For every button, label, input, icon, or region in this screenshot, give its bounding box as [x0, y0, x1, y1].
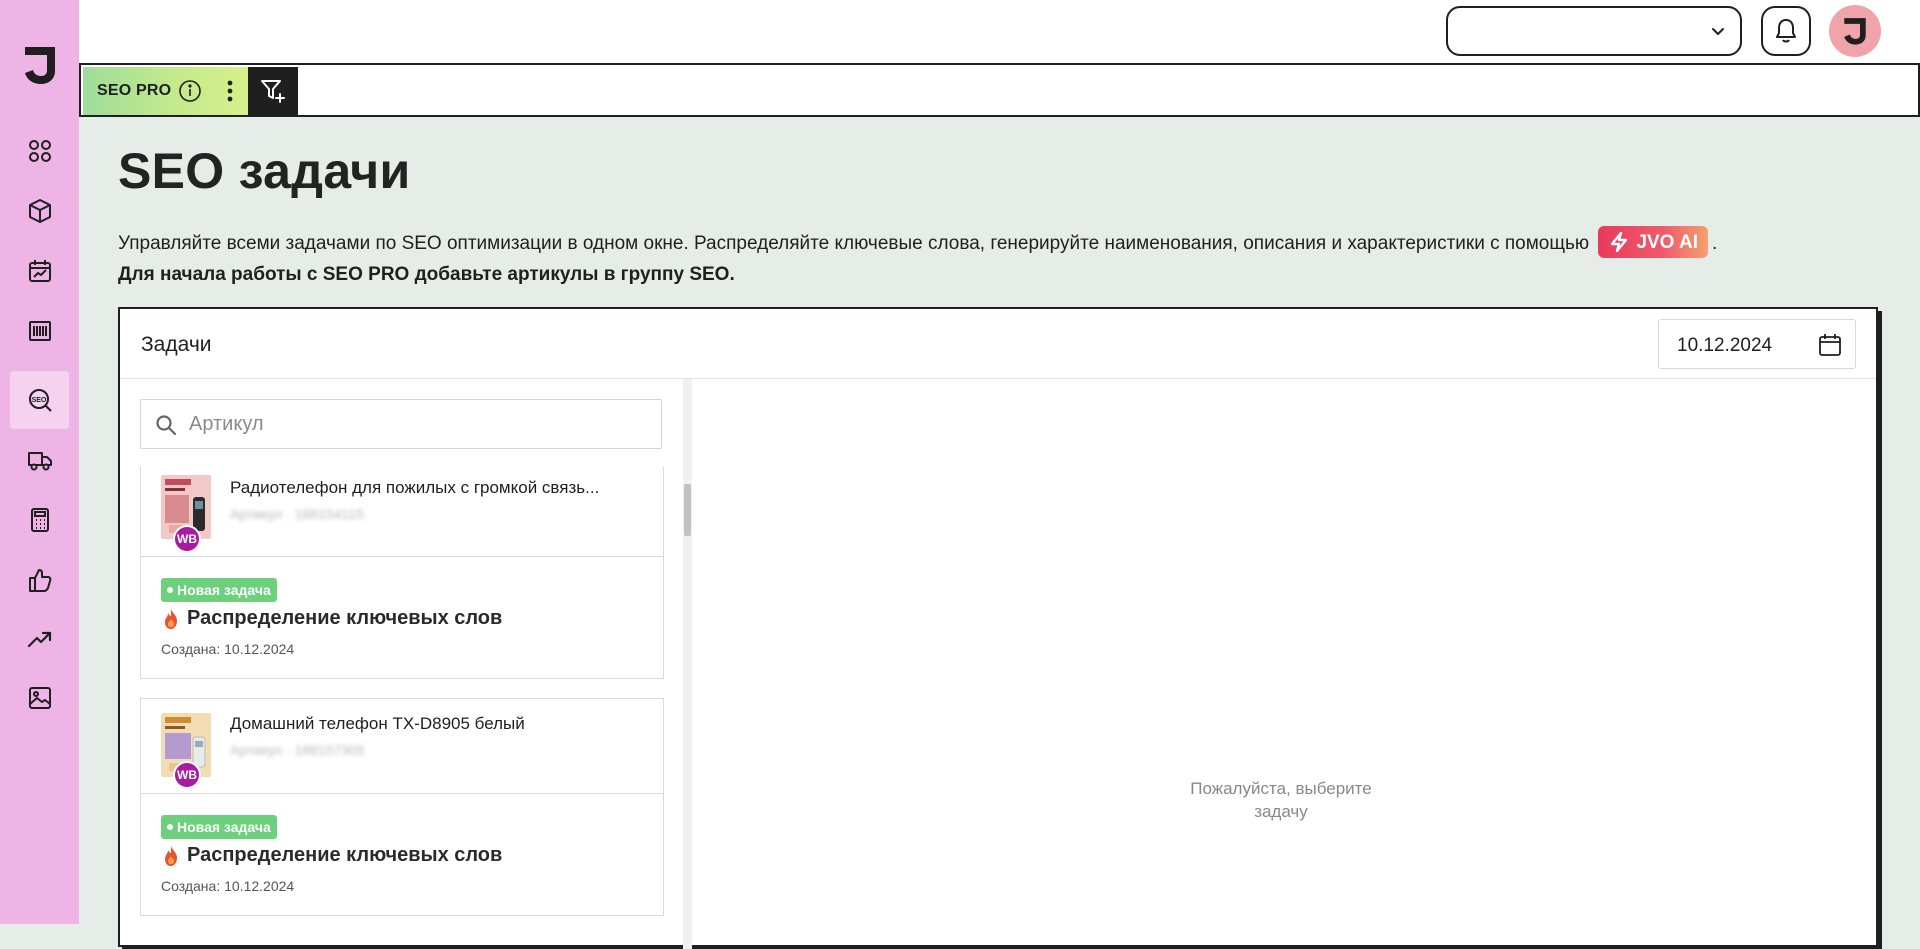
task-created-date: Создана: 10.12.2024: [161, 641, 295, 657]
trending-up-icon: [27, 631, 51, 648]
calendar-chart-icon: [28, 260, 51, 282]
info-icon[interactable]: [178, 79, 202, 103]
task-list-scrollbar-thumb[interactable]: [684, 484, 691, 536]
image-icon: [28, 687, 51, 709]
notifications-button[interactable]: [1761, 6, 1811, 56]
status-badge-label: Новая задача: [177, 819, 271, 835]
sidebar-item-media[interactable]: [10, 669, 69, 727]
status-badge: Новая задача: [161, 578, 277, 602]
task-title-text: Распределение ключевых слов: [187, 844, 503, 866]
tab-seo-pro-label: SEO PRO: [97, 82, 172, 99]
task-title-text: Распределение ключевых слов: [187, 607, 503, 629]
barcode-icon: [28, 321, 51, 341]
box-icon: [28, 199, 51, 223]
tasks-panel-header: Задачи 10.12.2024: [120, 309, 1876, 379]
tab-bar: SEO PRO: [79, 63, 1920, 117]
description-text: Управляйте всеми задачами по SEO оптимиз…: [118, 233, 1590, 255]
sidebar-item-dashboard[interactable]: [10, 122, 69, 180]
search-input[interactable]: [189, 410, 649, 438]
sidebar: SEO: [0, 0, 79, 924]
jvo-ai-label: JVO AI: [1636, 231, 1699, 253]
product-row: WB Домашний телефон TX-D8905 белый Артик…: [141, 699, 663, 794]
thumb-up-icon: [28, 569, 51, 592]
bell-icon: [1776, 19, 1796, 43]
search-icon: [156, 415, 177, 436]
status-badge: Новая задача: [161, 815, 277, 839]
article-search[interactable]: [140, 399, 662, 449]
sidebar-item-calculator[interactable]: [10, 491, 69, 549]
chevron-down-icon: [1712, 28, 1724, 35]
tab-seo-pro[interactable]: SEO PRO: [83, 67, 248, 115]
sidebar-item-calendar-analytics[interactable]: [10, 242, 69, 300]
user-avatar[interactable]: [1829, 5, 1881, 57]
task-info: Новая задача Распределение ключевых слов…: [141, 557, 663, 678]
description-period: .: [1712, 233, 1718, 255]
calendar-icon: [1819, 334, 1841, 356]
more-vertical-icon[interactable]: [226, 79, 234, 103]
task-title: Распределение ключевых слов: [161, 607, 502, 630]
tasks-panel: Задачи 10.12.2024 Артикул WB Радиотелефо…: [118, 307, 1878, 949]
task-title: Распределение ключевых слов: [161, 844, 502, 867]
product-row: WB Радиотелефон для пожилых с громкой св…: [141, 467, 663, 557]
product-article: Артикул · 188154115: [230, 506, 364, 522]
calculator-icon: [30, 508, 49, 532]
sidebar-item-trends[interactable]: [10, 610, 69, 668]
grid-icon: [28, 140, 51, 162]
task-list: WB Радиотелефон для пожилых с громкой св…: [140, 467, 664, 949]
task-card[interactable]: WB Радиотелефон для пожилых с громкой св…: [140, 467, 664, 679]
date-value: 10.12.2024: [1677, 335, 1773, 356]
marketplace-badge: WB: [173, 525, 201, 553]
svg-text:SEO: SEO: [31, 397, 46, 404]
tasks-panel-title: Задачи: [141, 333, 212, 356]
empty-state-text: Пожалуйста, выберите задачу: [1190, 779, 1372, 821]
status-badge-label: Новая задача: [177, 582, 271, 598]
truck-icon: [27, 452, 52, 471]
jvo-ai-badge: JVO AI: [1598, 226, 1709, 258]
task-card[interactable]: WB Домашний телефон TX-D8905 белый Артик…: [140, 698, 664, 916]
sidebar-item-feedback[interactable]: [10, 551, 69, 609]
description-hint: Для начала работы с SEO PRO добавьте арт…: [118, 264, 735, 285]
sidebar-item-seo[interactable]: SEO: [10, 371, 69, 429]
date-picker[interactable]: 10.12.2024: [1658, 319, 1856, 369]
task-info: Новая задача Распределение ключевых слов…: [141, 794, 663, 915]
sidebar-item-products[interactable]: [10, 182, 69, 240]
fire-icon: [165, 608, 177, 629]
seo-search-icon: SEO: [28, 389, 52, 412]
page-title: SEO задачи: [118, 143, 411, 199]
app-logo-icon[interactable]: [22, 44, 58, 86]
product-name: Радиотелефон для пожилых с громкой связь…: [230, 478, 600, 497]
lightning-icon: [1611, 231, 1628, 253]
account-select[interactable]: [1446, 6, 1742, 56]
add-filter-button[interactable]: [248, 67, 298, 115]
sidebar-item-delivery[interactable]: [10, 431, 69, 489]
marketplace-badge: WB: [173, 761, 201, 789]
fire-icon: [165, 845, 177, 866]
product-name: Домашний телефон TX-D8905 белый: [230, 714, 525, 733]
page-description: Управляйте всеми задачами по SEO оптимиз…: [118, 226, 1898, 289]
avatar-logo-icon: [1844, 18, 1866, 45]
task-list-column: WB Радиотелефон для пожилых с громкой св…: [120, 379, 692, 949]
filter-plus-icon: [261, 80, 285, 103]
task-created-date: Создана: 10.12.2024: [161, 878, 295, 894]
task-detail-area: Пожалуйста, выберите задачу: [691, 379, 1876, 949]
product-article: Артикул · 188157305: [230, 742, 365, 758]
sidebar-item-barcode[interactable]: [10, 302, 69, 360]
